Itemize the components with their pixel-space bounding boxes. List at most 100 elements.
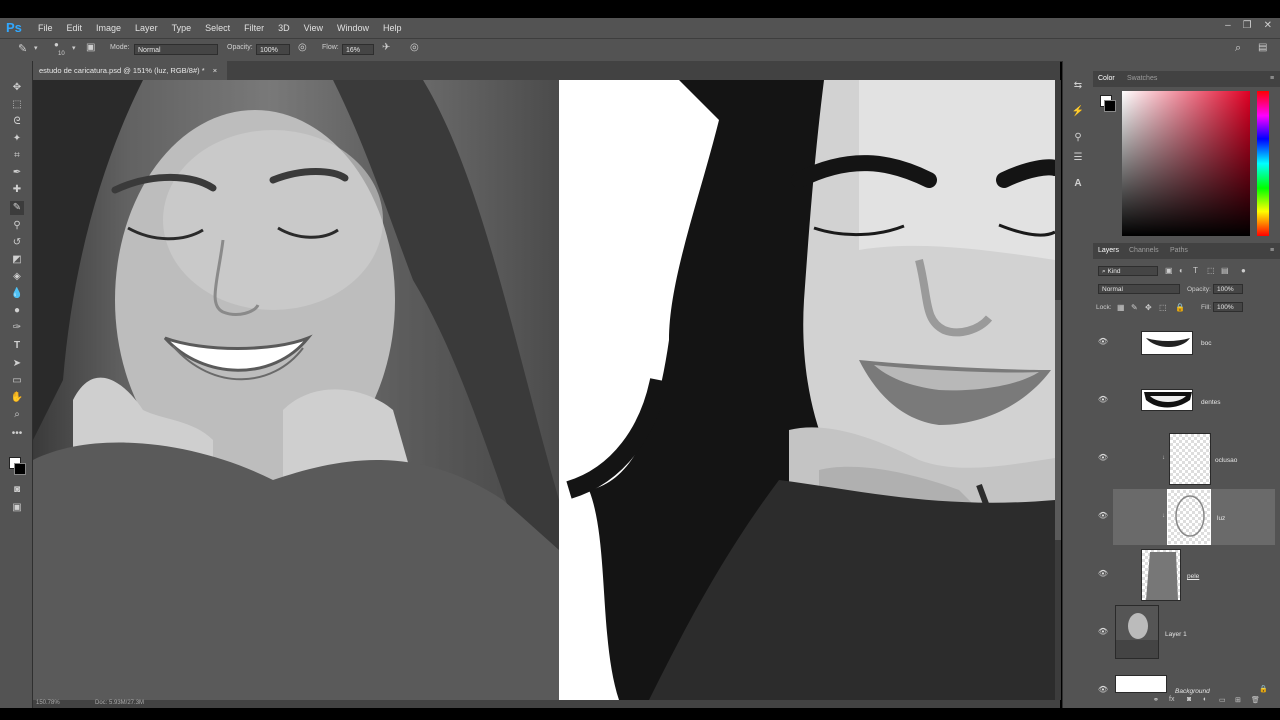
layer-row-boc[interactable]: 👁 boc — [1098, 315, 1275, 371]
layer-row-layer-1[interactable]: 👁 Layer 1 — [1098, 605, 1275, 661]
link-layers-icon[interactable]: ⚭ — [1153, 696, 1159, 704]
pressure-size-icon[interactable]: ◎ — [410, 42, 419, 53]
layer-name[interactable]: pele — [1187, 573, 1199, 580]
marquee-tool-icon[interactable]: ⬚ — [10, 98, 24, 112]
panel-menu-icon[interactable]: ≡ — [1270, 75, 1274, 82]
scrollbar-thumb[interactable] — [1055, 300, 1061, 540]
screen-mode-icon[interactable]: ▣ — [10, 501, 24, 515]
menu-edit[interactable]: Edit — [67, 23, 83, 33]
clone-stamp-tool-icon[interactable]: ⚲ — [10, 219, 24, 233]
eye-icon[interactable]: 👁 — [1097, 685, 1109, 697]
tab-color[interactable]: Color — [1098, 75, 1115, 82]
eraser-tool-icon[interactable]: ◩ — [10, 253, 24, 267]
menu-select[interactable]: Select — [205, 23, 230, 33]
layer-row-dentes[interactable]: 👁 dentes — [1098, 373, 1275, 429]
adjustment-layer-icon[interactable]: ◐ — [1203, 696, 1207, 703]
dodge-tool-icon[interactable]: ● — [10, 304, 24, 318]
menu-file[interactable]: File — [38, 23, 53, 33]
background-color-swatch[interactable] — [14, 463, 26, 475]
move-tool-icon[interactable]: ✥ — [10, 81, 24, 95]
history-brush-tool-icon[interactable]: ↺ — [10, 236, 24, 250]
eye-icon[interactable]: 👁 — [1097, 569, 1109, 581]
brush-preset-icon[interactable]: ● — [54, 40, 59, 49]
minimize-button[interactable]: – — [1225, 20, 1231, 31]
lock-transparency-icon[interactable]: ▦ — [1117, 303, 1125, 312]
menu-window[interactable]: Window — [337, 23, 369, 33]
crop-tool-icon[interactable]: ⌗ — [10, 149, 24, 163]
color-field[interactable] — [1122, 91, 1250, 236]
menu-filter[interactable]: Filter — [244, 23, 264, 33]
character-panel-icon[interactable]: A — [1071, 177, 1085, 191]
add-mask-icon[interactable]: ◙ — [1187, 696, 1191, 703]
brush-tool-icon[interactable]: ✎ — [18, 42, 27, 55]
clone-source-icon[interactable]: ⚲ — [1071, 131, 1085, 145]
panel-menu-icon[interactable]: ≡ — [1270, 247, 1274, 254]
new-group-icon[interactable]: ▭ — [1219, 696, 1226, 704]
filter-toggle-icon[interactable]: ● — [1241, 266, 1246, 275]
layer-row-background[interactable]: 👁 Background 🔒 — [1098, 663, 1275, 695]
workspace-icon[interactable]: ▤ — [1258, 42, 1267, 53]
hue-slider[interactable] — [1257, 91, 1269, 236]
tab-swatches[interactable]: Swatches — [1127, 75, 1157, 82]
lock-image-icon[interactable]: ✎ — [1131, 303, 1138, 312]
quick-mask-icon[interactable]: ◙ — [10, 483, 24, 497]
opacity-field[interactable]: 100% — [256, 44, 290, 55]
layer-row-luz[interactable]: 👁 ↓ luz — [1098, 489, 1275, 545]
layer-filter-kind[interactable]: ⌕ Kind — [1098, 266, 1158, 276]
eye-icon[interactable]: 👁 — [1097, 395, 1109, 407]
tool-preset-dropdown-icon[interactable]: ▾ — [34, 44, 38, 52]
tab-channels[interactable]: Channels — [1129, 247, 1159, 254]
hand-tool-icon[interactable]: ✋ — [10, 391, 24, 405]
lock-all-icon[interactable]: 🔒 — [1175, 303, 1185, 312]
flow-field[interactable]: 16% — [342, 44, 374, 55]
brush-tool-icon[interactable]: ✎ — [10, 201, 24, 215]
layer-row-oclusao[interactable]: 👁 ↓ oclusao — [1098, 431, 1275, 487]
menu-layer[interactable]: Layer — [135, 23, 158, 33]
zoom-tool-icon[interactable]: ⌕ — [10, 408, 24, 422]
filter-type-icon[interactable]: T — [1193, 266, 1198, 275]
pressure-opacity-icon[interactable]: ◎ — [298, 42, 307, 53]
pen-tool-icon[interactable]: ✑ — [10, 321, 24, 335]
healing-brush-tool-icon[interactable]: ✚ — [10, 183, 24, 197]
eye-icon[interactable]: 👁 — [1097, 511, 1109, 523]
menu-type[interactable]: Type — [172, 23, 192, 33]
filter-shape-icon[interactable]: ⬚ — [1207, 266, 1215, 275]
document-tab[interactable]: estudo de caricatura.psd @ 151% (luz, RG… — [33, 61, 228, 80]
layer-name[interactable]: dentes — [1201, 399, 1221, 406]
layer-name[interactable]: oclusao — [1215, 457, 1237, 464]
filter-adjustment-icon[interactable]: ◐ — [1179, 266, 1184, 275]
layer-opacity-field[interactable]: 100% — [1213, 284, 1243, 294]
search-icon[interactable]: ⌕ — [1235, 42, 1241, 55]
menu-3d[interactable]: 3D — [278, 23, 290, 33]
airbrush-icon[interactable]: ✈ — [382, 42, 390, 53]
lock-position-icon[interactable]: ✥ — [1145, 303, 1152, 312]
path-selection-tool-icon[interactable]: ➤ — [10, 357, 24, 371]
menu-view[interactable]: View — [304, 23, 323, 33]
lock-artboard-icon[interactable]: ⬚ — [1159, 303, 1167, 312]
lasso-tool-icon[interactable]: ᘓ — [10, 115, 24, 129]
close-tab-icon[interactable]: × — [213, 66, 217, 75]
mode-select[interactable]: Normal — [134, 44, 218, 55]
layer-name[interactable]: boc — [1201, 340, 1211, 347]
zoom-level[interactable]: 150.78% — [36, 700, 60, 706]
restore-button[interactable]: ❐ — [1243, 20, 1252, 31]
type-tool-icon[interactable]: T — [10, 339, 24, 353]
eye-icon[interactable]: 👁 — [1097, 337, 1109, 349]
eyedropper-tool-icon[interactable]: ✒ — [10, 166, 24, 180]
adjustments-icon[interactable]: ☰ — [1071, 151, 1085, 165]
history-panel-icon[interactable]: ⇆ — [1071, 79, 1085, 93]
blend-mode-select[interactable]: Normal — [1098, 284, 1180, 294]
eye-icon[interactable]: 👁 — [1097, 627, 1109, 639]
delete-layer-icon[interactable]: 🗑 — [1251, 696, 1260, 704]
brush-panel-icon[interactable]: ▣ — [86, 42, 95, 53]
menu-image[interactable]: Image — [96, 23, 121, 33]
filter-smart-object-icon[interactable]: ▤ — [1221, 266, 1229, 275]
tab-paths[interactable]: Paths — [1170, 247, 1188, 254]
rectangle-tool-icon[interactable]: ▭ — [10, 374, 24, 388]
brush-settings-icon[interactable]: ⚡ — [1071, 105, 1085, 119]
layer-style-icon[interactable]: fx — [1169, 696, 1174, 703]
paint-bucket-tool-icon[interactable]: ◈ — [10, 270, 24, 284]
filter-pixel-icon[interactable]: ▣ — [1165, 266, 1173, 275]
background-color-swatch[interactable] — [1104, 100, 1116, 112]
tab-layers[interactable]: Layers — [1098, 247, 1119, 254]
